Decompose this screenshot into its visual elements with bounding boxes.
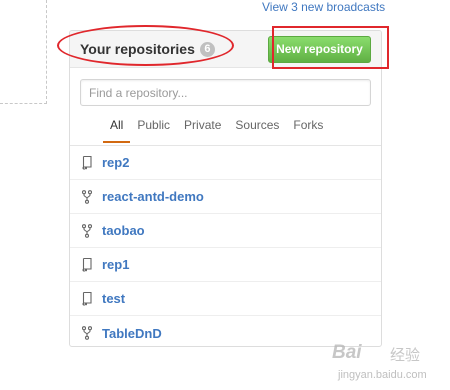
new-repository-button[interactable]: New repository (268, 36, 371, 63)
watermark-brand-cn: 经验 (390, 347, 421, 364)
repositories-panel-header: Your repositories 6 New repository (70, 31, 381, 68)
tab-all[interactable]: All (103, 115, 131, 143)
dashed-guide-horizontal (0, 103, 47, 104)
tab-private[interactable]: Private (177, 115, 228, 143)
baidu-jingyan-watermark: Bai 经验 jingyan.baidu.com (332, 342, 448, 388)
repository-list-item[interactable]: rep2 (70, 146, 381, 180)
repo-icon (81, 257, 93, 273)
repository-count-badge: 6 (199, 41, 215, 57)
repository-filter-tabs: All Public Private Sources Forks (103, 115, 330, 143)
repository-list-item[interactable]: test (70, 282, 381, 316)
repository-list-item[interactable]: TableDnD (70, 316, 381, 346)
tab-forks[interactable]: Forks (286, 115, 330, 143)
find-repository-input[interactable] (80, 79, 371, 106)
repo-forked-icon (81, 325, 93, 341)
tab-public[interactable]: Public (130, 115, 177, 143)
panel-title: Your repositories 6 (80, 41, 215, 57)
repo-forked-icon (81, 223, 93, 239)
view-broadcasts-link[interactable]: View 3 new broadcasts (262, 0, 385, 14)
dashed-guide-vertical (46, 0, 47, 104)
repository-link[interactable]: rep1 (102, 257, 129, 272)
repository-filter-bar: All Public Private Sources Forks (70, 68, 381, 146)
repository-link[interactable]: taobao (102, 223, 145, 238)
repository-link[interactable]: test (102, 291, 125, 306)
repository-link[interactable]: react-antd-demo (102, 189, 204, 204)
repository-list-item[interactable]: react-antd-demo (70, 180, 381, 214)
watermark-url: jingyan.baidu.com (338, 369, 427, 381)
repositories-panel: Your repositories 6 New repository All P… (69, 30, 382, 347)
repository-link[interactable]: TableDnD (102, 326, 162, 341)
repository-list: rep2 react-antd-demo taobao rep1 test Ta… (70, 146, 381, 346)
repository-link[interactable]: rep2 (102, 155, 129, 170)
repo-forked-icon (81, 189, 93, 205)
tab-sources[interactable]: Sources (228, 115, 286, 143)
repo-icon (81, 155, 93, 171)
repository-list-item[interactable]: rep1 (70, 248, 381, 282)
repo-icon (81, 291, 93, 307)
panel-title-text: Your repositories (80, 41, 195, 57)
repository-list-item[interactable]: taobao (70, 214, 381, 248)
